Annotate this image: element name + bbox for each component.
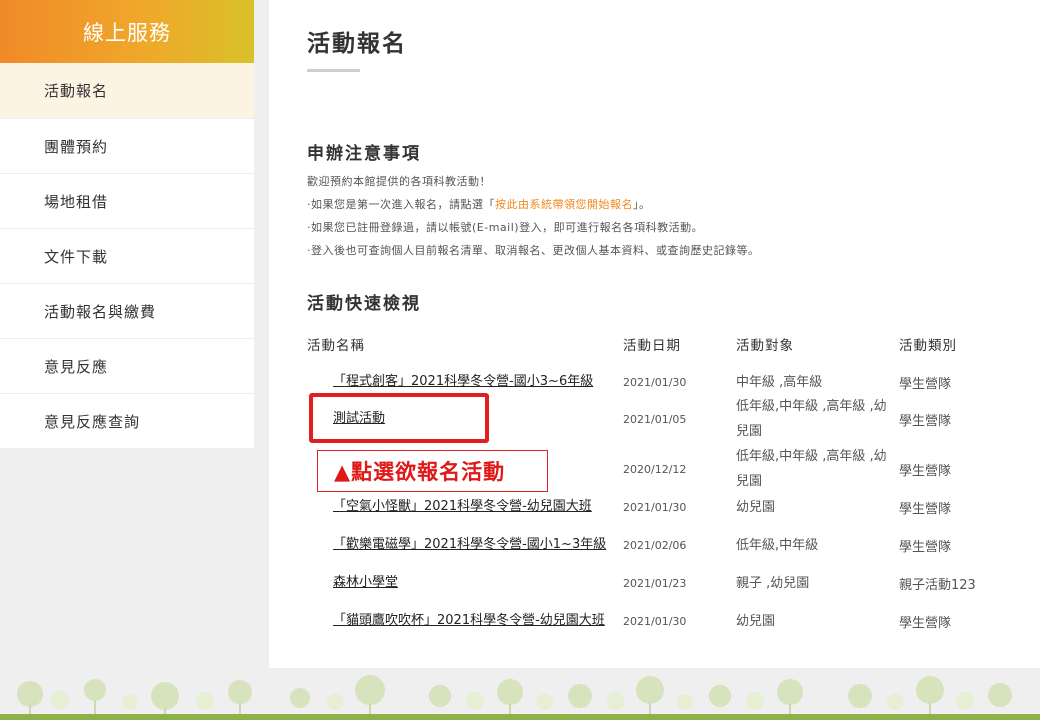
column-header-name: 活動名稱	[307, 338, 365, 354]
sidebar-item-event-registration[interactable]: 活動報名	[0, 63, 254, 119]
event-name-link[interactable]: 「歡樂電磁學」2021科學冬令營-國小1~3年級	[333, 520, 623, 570]
main-panel: 活動報名 申辦注意事項 歡迎預約本館提供的各項科教活動！ ‧如果您是第一次進入報…	[269, 0, 1040, 668]
sidebar-item-registration-payment[interactable]: 活動報名與繳費	[0, 284, 254, 339]
notice-title: 申辦注意事項	[307, 144, 421, 164]
event-target: 低年級,中年級 ,高年級 ,幼兒園	[736, 449, 887, 489]
quick-view-title: 活動快速檢視	[307, 294, 421, 314]
notice-line-3: ‧如果您已註冊登錄過，請以帳號(E-mail)登入，即可進行報名各項科教活動。	[307, 221, 704, 234]
event-target: 中年級 ,高年級	[736, 374, 823, 390]
sidebar-item-label: 意見反應	[44, 357, 109, 376]
event-date: 2021/01/23	[623, 576, 687, 590]
sidebar-item-feedback[interactable]: 意見反應	[0, 339, 254, 394]
column-header-date: 活動日期	[623, 338, 681, 354]
sidebar: 線上服務 活動報名 團體預約 場地租借 文件下載 活動報名與繳費 意見反應 意見…	[0, 0, 254, 449]
event-type: 親子活動123	[899, 577, 976, 593]
column-header-target: 活動對象	[736, 338, 794, 354]
sidebar-header: 線上服務	[0, 0, 254, 63]
notice-line-1: 歡迎預約本館提供的各項科教活動！	[307, 175, 491, 188]
event-date: 2021/01/05	[623, 412, 687, 426]
event-name-link[interactable]: 「貓頭鷹吹吹杯」2021科學冬令營-幼兒園大班	[333, 596, 623, 646]
notice-line-2-pre: ‧如果您是第一次進入報名，請點選「	[307, 198, 495, 211]
sidebar-item-label: 意見反應查詢	[44, 412, 141, 431]
title-underline	[307, 69, 360, 72]
footer-ground-line	[0, 714, 1040, 720]
event-type: 學生營隊	[899, 376, 952, 392]
event-target: 低年級,中年級	[736, 537, 819, 553]
event-date: 2020/12/12	[623, 462, 687, 476]
sidebar-item-downloads[interactable]: 文件下載	[0, 229, 254, 284]
notice-line-2: ‧如果您是第一次進入報名，請點選「按此由系統帶領您開始報名」。	[307, 193, 760, 216]
sidebar-item-group-booking[interactable]: 團體預約	[0, 119, 254, 174]
event-name-link[interactable]: 「程式創客」2021科學冬令營-國小3~6年級	[333, 370, 623, 394]
event-name-link[interactable]: 森林小學堂	[333, 571, 623, 595]
sidebar-item-label: 活動報名	[44, 82, 109, 100]
event-date: 2021/02/06	[623, 538, 687, 552]
event-type: 學生營隊	[899, 501, 952, 517]
event-date: 2021/01/30	[623, 614, 687, 628]
footer-decoration	[0, 668, 1040, 720]
sidebar-item-venue-rental[interactable]: 場地租借	[0, 174, 254, 229]
table-row: 森林小學堂 2021/01/23 親子 ,幼兒園 親子活動123	[269, 571, 1040, 595]
tree-decoration-icon	[17, 675, 1012, 714]
notice-line-4: ‧登入後也可查詢個人目前報名清單、取消報名、更改個人基本資料、或查詢歷史記錄等。	[307, 244, 760, 257]
table-row: 「歡樂電磁學」2021科學冬令營-國小1~3年級 2021/02/06 低年級,…	[269, 520, 1040, 570]
event-type: 學生營隊	[899, 463, 952, 479]
event-type: 學生營隊	[899, 539, 952, 555]
event-target: 幼兒園	[736, 613, 776, 629]
table-row: 「空氣小怪獸」2021科學冬令營-幼兒園大班 2021/01/30 幼兒園 學生…	[269, 495, 1040, 519]
column-header-type: 活動類別	[899, 338, 957, 354]
start-registration-link[interactable]: 按此由系統帶領您開始報名	[495, 198, 633, 211]
sidebar-item-label: 文件下載	[44, 247, 109, 266]
page-title: 活動報名	[307, 31, 407, 57]
event-target: 幼兒園	[736, 499, 776, 515]
event-type: 學生營隊	[899, 413, 952, 429]
event-type: 學生營隊	[899, 615, 952, 631]
table-row: 「貓頭鷹吹吹杯」2021科學冬令營-幼兒園大班 2021/01/30 幼兒園 學…	[269, 596, 1040, 646]
event-name-link[interactable]: 「空氣小怪獸」2021科學冬令營-幼兒園大班	[333, 495, 623, 519]
highlight-box	[309, 393, 489, 443]
sidebar-item-feedback-query[interactable]: 意見反應查詢	[0, 394, 254, 449]
sidebar-item-label: 團體預約	[44, 137, 109, 156]
event-date: 2021/01/30	[623, 375, 687, 389]
notice-line-2-post: 」。	[633, 198, 651, 211]
notice-text: 歡迎預約本館提供的各項科教活動！ ‧如果您是第一次進入報名，請點選「按此由系統帶…	[307, 170, 760, 262]
sidebar-item-label: 活動報名與繳費	[44, 302, 157, 321]
event-target: 親子 ,幼兒園	[736, 575, 810, 591]
table-row: 「程式創客」2021科學冬令營-國小3~6年級 2021/01/30 中年級 ,…	[269, 370, 1040, 394]
event-date: 2021/01/30	[623, 500, 687, 514]
event-target: 低年級,中年級 ,高年級 ,幼兒園	[736, 399, 887, 439]
instruction-callout: ▲點選欲報名活動	[317, 450, 548, 492]
sidebar-item-label: 場地租借	[44, 192, 109, 211]
